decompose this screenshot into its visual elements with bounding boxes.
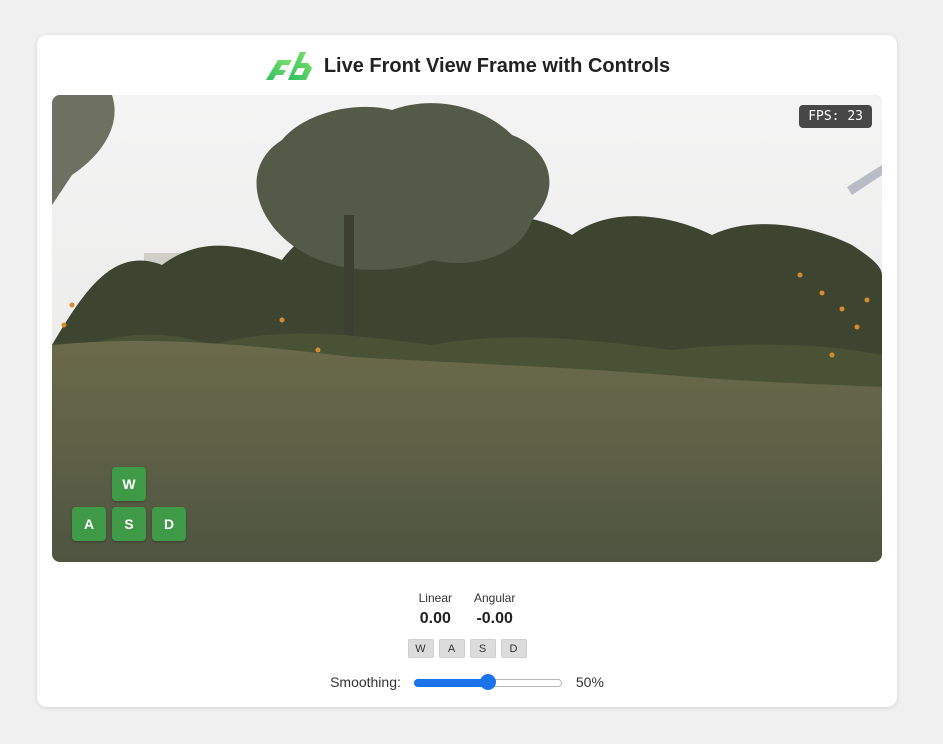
angular-readout: Angular -0.00 (474, 591, 515, 628)
overlay-key-w[interactable]: W (112, 467, 146, 501)
angular-value: -0.00 (476, 610, 513, 627)
angular-label: Angular (473, 591, 516, 605)
overlay-key-a[interactable]: A (72, 507, 106, 541)
slider-thumb[interactable] (479, 674, 496, 690)
page-title: Live Front View Frame with Controls (323, 54, 671, 77)
key-indicator-w: W (407, 639, 434, 658)
velocity-readouts: Linear 0.00 Angular -0.00 (37, 591, 897, 628)
key-indicator-d: D (500, 639, 527, 658)
fps-value: 23 (847, 109, 863, 124)
camera-frame-image (52, 95, 882, 562)
key-indicator-a: A (438, 639, 465, 658)
smoothing-slider[interactable] (413, 674, 562, 690)
linear-label: Linear (418, 591, 452, 605)
camera-feed: FPS: 23 W A S D (52, 95, 882, 562)
header: Live Front View Frame with Controls (37, 49, 897, 83)
slider-fill (413, 679, 488, 687)
linear-value: 0.00 (419, 610, 451, 627)
viewer-card: Live Front View Frame with Controls FPS:… (37, 35, 897, 707)
smoothing-label: Smoothing: (330, 674, 401, 690)
fps-badge: FPS: 23 (799, 105, 872, 128)
key-indicator-s: S (469, 639, 496, 658)
smoothing-control: Smoothing: 50% (37, 673, 897, 691)
linear-readout: Linear 0.00 (419, 591, 452, 628)
overlay-key-s[interactable]: S (112, 507, 146, 541)
smoothing-value: 50% (575, 674, 604, 690)
key-indicators: W A S D (37, 639, 897, 658)
overlay-key-d[interactable]: D (152, 507, 186, 541)
rb-logo-icon (265, 52, 312, 80)
fps-label: FPS: (808, 109, 840, 124)
